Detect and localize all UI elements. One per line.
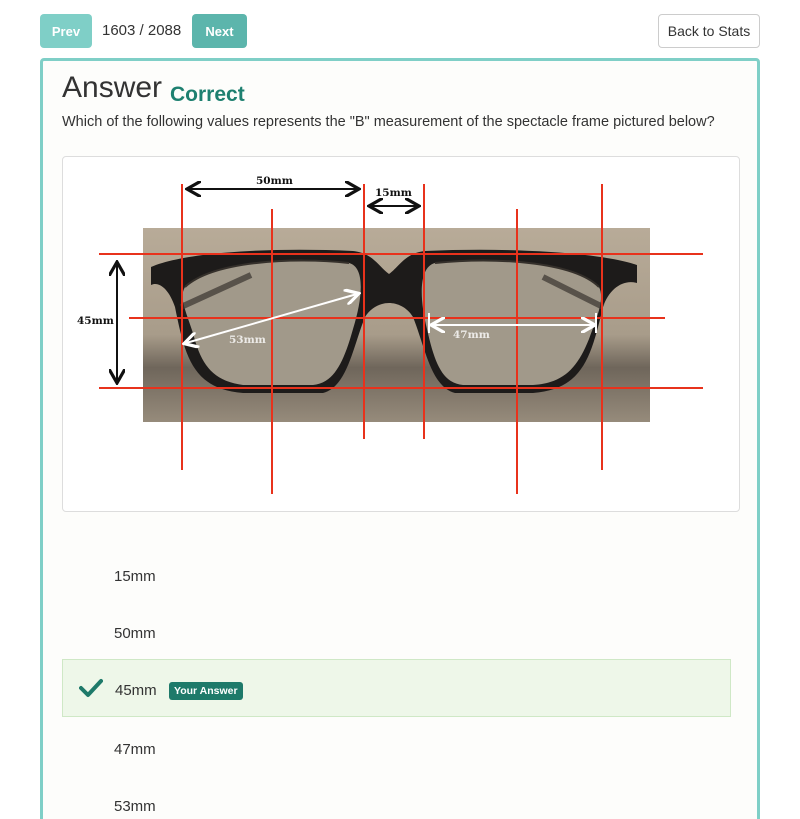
- option-label: 53mm: [114, 798, 156, 815]
- question-text: Which of the following values represents…: [62, 114, 715, 130]
- check-icon: [79, 679, 103, 697]
- question-nav: Prev 1603 / 2088 Next Back to Stats: [40, 14, 760, 48]
- option-label: 15mm: [114, 568, 156, 585]
- option-item[interactable]: 53mm: [62, 778, 731, 819]
- label-50mm: 50mm: [256, 175, 293, 187]
- next-button[interactable]: Next: [192, 14, 247, 48]
- back-to-stats-button[interactable]: Back to Stats: [658, 14, 760, 48]
- answer-status: Correct: [170, 83, 245, 106]
- label-15mm: 15mm: [375, 187, 412, 199]
- label-45mm: 45mm: [77, 315, 114, 327]
- option-item[interactable]: 50mm: [62, 605, 731, 663]
- option-label: 47mm: [114, 741, 156, 758]
- prev-button[interactable]: Prev: [40, 14, 92, 48]
- question-counter: 1603 / 2088: [102, 22, 182, 39]
- your-answer-badge: Your Answer: [169, 682, 243, 700]
- option-label: 50mm: [114, 625, 156, 642]
- option-item-selected[interactable]: 45mm Your Answer: [62, 659, 731, 717]
- option-item[interactable]: 15mm: [62, 548, 731, 606]
- figure-container: 50mm 15mm 45mm 53mm 47mm: [62, 156, 740, 512]
- option-label: 45mm: [115, 682, 157, 699]
- option-item[interactable]: 47mm: [62, 721, 731, 779]
- spectacle-frame-diagram: 50mm 15mm 45mm 53mm 47mm: [77, 175, 703, 494]
- answer-title: Answer: [62, 71, 163, 104]
- answer-card: Answer Correct Which of the following va…: [40, 58, 760, 819]
- label-47mm: 47mm: [453, 329, 490, 341]
- label-53mm: 53mm: [229, 334, 266, 346]
